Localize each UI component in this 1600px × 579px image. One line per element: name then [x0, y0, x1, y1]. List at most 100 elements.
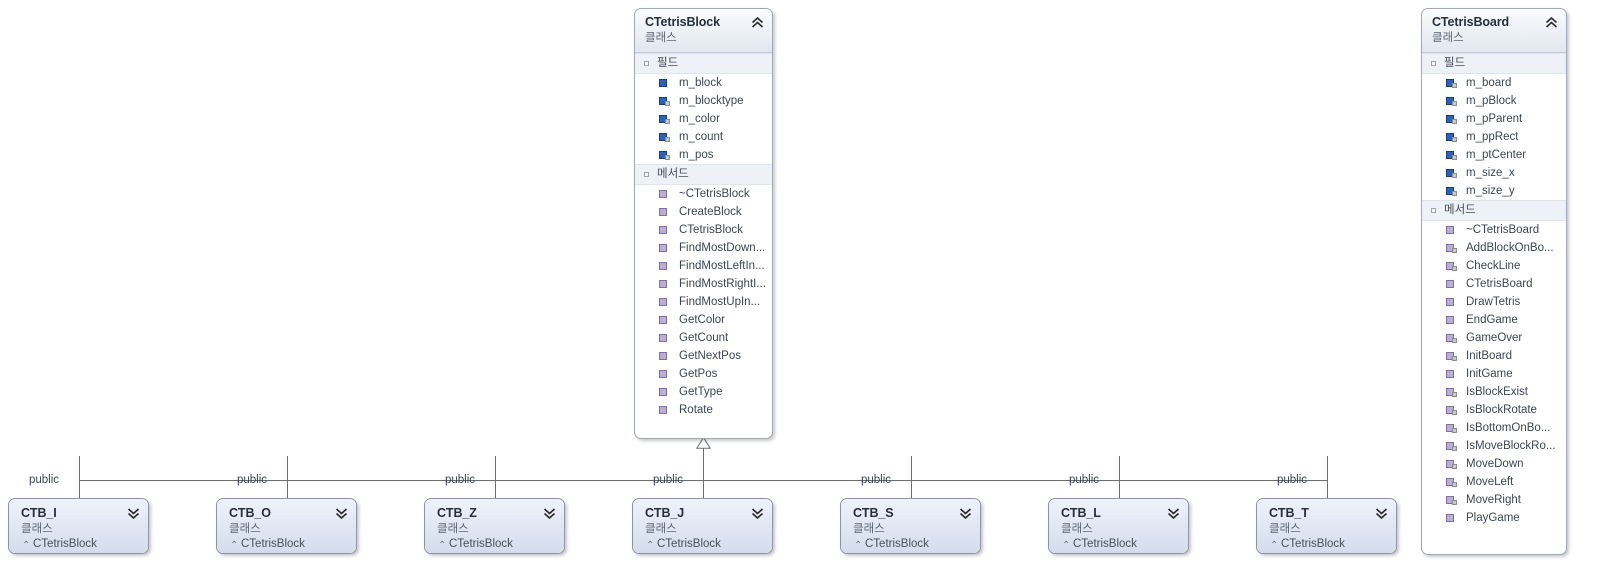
member-row[interactable]: CTetrisBlock	[635, 221, 772, 239]
member-row[interactable]: IsBlockRotate	[1422, 401, 1566, 419]
member-label: PlayGame	[1466, 512, 1520, 524]
class-body-ctetrisboard: 필드 m_board m_pBlock m_pParent m_ppRect m…	[1422, 53, 1566, 531]
member-row[interactable]: FindMostUpIn...	[635, 293, 772, 311]
chevron-up-icon[interactable]	[1545, 16, 1558, 28]
member-row[interactable]: GetColor	[635, 311, 772, 329]
member-row[interactable]: GetNextPos	[635, 347, 772, 365]
chevron-down-icon[interactable]	[751, 506, 764, 520]
class-stereotype: 클래스	[1432, 32, 1464, 44]
section-header-methods[interactable]: 메서드	[1422, 200, 1566, 221]
member-label: MoveRight	[1466, 494, 1521, 506]
class-box-ctetrisblock[interactable]: CTetrisBlock 클래스 필드 m_block m_blocktype …	[634, 8, 773, 439]
class-box-ctb-s[interactable]: CTB_S 클래스 ⌃ CTetrisBlock	[840, 498, 981, 554]
member-label: GameOver	[1466, 332, 1523, 344]
member-row[interactable]: GameOver	[1422, 329, 1566, 347]
member-label: GetColor	[679, 314, 726, 326]
chevron-down-icon[interactable]	[1167, 506, 1180, 520]
member-row[interactable]: CTetrisBoard	[1422, 275, 1566, 293]
private-lock-icon	[1452, 338, 1457, 343]
section-label-fields: 필드	[657, 57, 679, 69]
member-row[interactable]: MoveLeft	[1422, 473, 1566, 491]
member-row[interactable]: Rotate	[635, 401, 772, 419]
chevron-down-icon[interactable]	[127, 506, 140, 520]
method-icon	[659, 334, 667, 342]
chevron-down-icon[interactable]	[959, 506, 972, 520]
section-header-methods[interactable]: 메서드	[635, 164, 772, 185]
chevron-down-icon[interactable]	[543, 506, 556, 520]
chevron-down-icon[interactable]	[335, 506, 348, 520]
member-row[interactable]: InitBoard	[1422, 347, 1566, 365]
method-icon	[659, 226, 667, 234]
method-icon	[659, 244, 667, 252]
collapse-marker-icon	[644, 61, 649, 66]
member-row[interactable]: m_board	[1422, 74, 1566, 92]
member-row[interactable]: PlayGame	[1422, 509, 1566, 527]
member-row[interactable]: IsBlockExist	[1422, 383, 1566, 401]
member-row[interactable]: GetCount	[635, 329, 772, 347]
member-row[interactable]: MoveDown	[1422, 455, 1566, 473]
base-class-label: CTetrisBlock	[241, 538, 305, 550]
member-row[interactable]: GetPos	[635, 365, 772, 383]
class-name: CTetrisBoard	[1432, 15, 1510, 29]
section-header-fields[interactable]: 필드	[1422, 53, 1566, 74]
member-row[interactable]: IsBottomOnBo...	[1422, 419, 1566, 437]
member-label: CTetrisBoard	[1466, 278, 1533, 290]
member-row[interactable]: IsMoveBlockRo...	[1422, 437, 1566, 455]
member-row[interactable]: m_blocktype	[635, 92, 772, 110]
member-row[interactable]: m_size_y	[1422, 182, 1566, 200]
member-row[interactable]: ~CTetrisBoard	[1422, 221, 1566, 239]
member-row[interactable]: DrawTetris	[1422, 293, 1566, 311]
inherit-arrow-icon: ⌃	[1062, 540, 1071, 551]
class-box-ctb-j[interactable]: CTB_J 클래스 ⌃ CTetrisBlock	[632, 498, 773, 554]
class-stereotype: 클래스	[437, 523, 469, 535]
method-icon	[1446, 226, 1454, 234]
member-label: m_block	[679, 77, 722, 89]
member-row[interactable]: m_block	[635, 74, 772, 92]
edge-label-ctb-i: public	[29, 474, 60, 486]
class-box-ctb-l[interactable]: CTB_L 클래스 ⌃ CTetrisBlock	[1048, 498, 1189, 554]
member-row[interactable]: CheckLine	[1422, 257, 1566, 275]
member-row[interactable]: m_size_x	[1422, 164, 1566, 182]
class-box-ctetrisboard[interactable]: CTetrisBoard 클래스 필드 m_board m_pBlock m_p…	[1421, 8, 1567, 555]
member-row[interactable]: m_pBlock	[1422, 92, 1566, 110]
base-class-ref: ⌃ CTetrisBlock	[229, 537, 346, 552]
member-row[interactable]: m_color	[635, 110, 772, 128]
member-row[interactable]: m_count	[635, 128, 772, 146]
connector-drop-ctb-i	[79, 456, 80, 500]
private-lock-icon	[1452, 101, 1457, 106]
member-row[interactable]: AddBlockOnBo...	[1422, 239, 1566, 257]
chevron-up-icon[interactable]	[751, 16, 764, 28]
class-box-ctb-i[interactable]: CTB_I 클래스 ⌃ CTetrisBlock	[8, 498, 149, 554]
method-icon	[659, 262, 667, 270]
member-row[interactable]: ~CTetrisBlock	[635, 185, 772, 203]
member-row[interactable]: EndGame	[1422, 311, 1566, 329]
member-row[interactable]: CreateBlock	[635, 203, 772, 221]
member-row[interactable]: GetType	[635, 383, 772, 401]
member-row[interactable]: MoveRight	[1422, 491, 1566, 509]
member-row[interactable]: m_ppRect	[1422, 128, 1566, 146]
member-label: m_ptCenter	[1466, 149, 1527, 161]
class-box-ctb-t[interactable]: CTB_T 클래스 ⌃ CTetrisBlock	[1256, 498, 1397, 554]
class-stereotype: 클래스	[1269, 523, 1301, 535]
member-row[interactable]: InitGame	[1422, 365, 1566, 383]
class-name: CTB_O	[229, 506, 271, 520]
section-header-fields[interactable]: 필드	[635, 53, 772, 74]
member-row[interactable]: m_pos	[635, 146, 772, 164]
member-label: GetCount	[679, 332, 729, 344]
member-row[interactable]: FindMostRightI...	[635, 275, 772, 293]
class-box-ctb-z[interactable]: CTB_Z 클래스 ⌃ CTetrisBlock	[424, 498, 565, 554]
member-row[interactable]: FindMostDown...	[635, 239, 772, 257]
member-row[interactable]: m_ptCenter	[1422, 146, 1566, 164]
member-row[interactable]: FindMostLeftIn...	[635, 257, 772, 275]
base-class-ref: ⌃ CTetrisBlock	[853, 537, 970, 552]
private-lock-icon	[665, 137, 670, 142]
private-lock-icon	[1452, 392, 1457, 397]
member-row[interactable]: m_pParent	[1422, 110, 1566, 128]
method-icon	[659, 190, 667, 198]
class-box-ctb-o[interactable]: CTB_O 클래스 ⌃ CTetrisBlock	[216, 498, 357, 554]
member-label: DrawTetris	[1466, 296, 1521, 308]
class-header-ctb-l: CTB_L 클래스 ⌃ CTetrisBlock	[1049, 499, 1188, 553]
chevron-down-icon[interactable]	[1375, 506, 1388, 520]
member-label: m_board	[1466, 77, 1512, 89]
method-icon	[659, 352, 667, 360]
